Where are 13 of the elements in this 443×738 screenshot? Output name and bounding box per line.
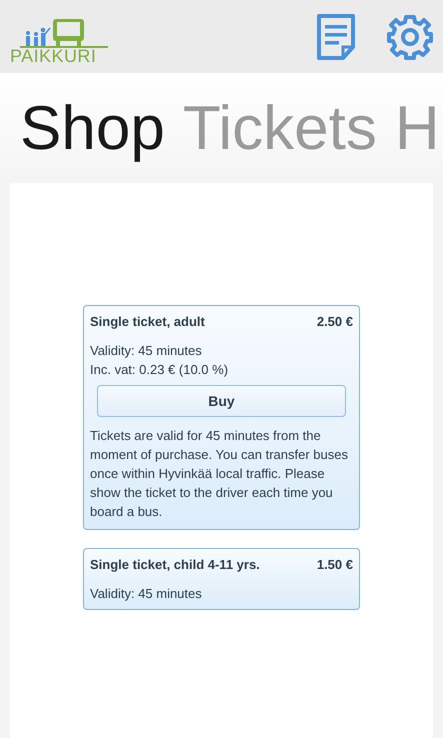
notes-icon[interactable] <box>315 12 357 60</box>
buy-button[interactable]: Buy <box>97 385 346 417</box>
ticket-detail: Inc. vat: 0.23 € (10.0 %) <box>90 361 230 379</box>
ticket-detail: Validity: 45 minutes <box>90 585 203 603</box>
logo-text: PAIKKURI <box>10 47 96 65</box>
settings-icon[interactable] <box>387 14 433 60</box>
ticket-price: 1.50 € <box>316 557 353 573</box>
ticket-title: Single ticket, adult <box>90 314 205 330</box>
ticket-description: Tickets are valid for 45 minutes from the moment of purchase. You can transfer buses once within Hyvinkää local traffic. Please show the ticket to the driver each time you board a bus. <box>90 427 349 521</box>
ticket-title: Single ticket, child 4-11 yrs. <box>90 557 260 573</box>
pivot-tab[interactable]: Shop <box>20 91 165 183</box>
ticket-detail: Validity: 45 minutes <box>90 342 203 360</box>
ticket-price: 2.50 € <box>316 314 353 330</box>
